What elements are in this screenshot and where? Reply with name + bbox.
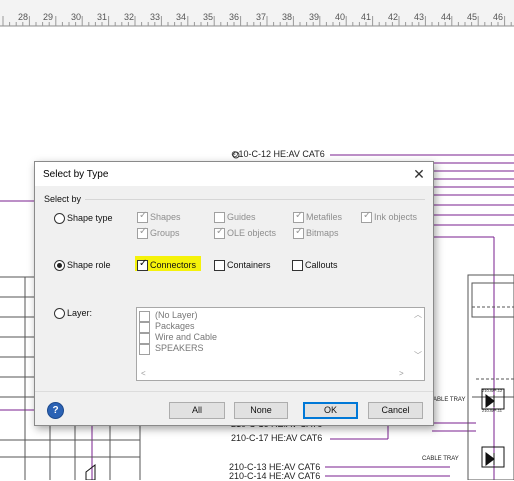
cable-tray-label[interactable]: ABLE TRAY <box>433 397 465 403</box>
footer-divider <box>35 391 433 392</box>
list-item[interactable]: SPEAKERS <box>139 343 399 355</box>
layer-radio[interactable] <box>54 308 65 319</box>
layer-label[interactable]: Layer: <box>67 308 92 318</box>
groups-label: Groups <box>150 228 180 238</box>
checkmark-icon: ✓ <box>295 226 304 237</box>
metafiles-checkbox[interactable]: ✓ <box>293 210 304 223</box>
list-item[interactable]: Wire and Cable <box>139 332 399 344</box>
ruler-tick-label: 41 <box>361 12 372 22</box>
shapes-checkbox[interactable]: ✓ <box>137 210 148 223</box>
select-by-group-label: Select by <box>44 194 82 204</box>
none-button[interactable]: None <box>234 402 288 419</box>
ruler-tick-label: 40 <box>335 12 346 22</box>
ruler-tick-label: 38 <box>282 12 293 22</box>
list-item[interactable]: (No Layer) <box>139 310 399 322</box>
ole-objects-checkbox[interactable]: ✓ <box>214 226 225 239</box>
scroll-left-icon[interactable]: < <box>141 369 146 378</box>
ok-button[interactable]: OK <box>303 402 358 419</box>
ruler-tick-label: 46 <box>493 12 504 22</box>
select-by-type-dialog[interactable]: Select by Type ✕ Select by Shape type ✓ … <box>34 161 434 426</box>
layer-checkbox[interactable] <box>139 344 150 355</box>
dialog-title-bar[interactable]: Select by Type ✕ <box>35 162 433 186</box>
shape-role-radio[interactable] <box>54 260 65 271</box>
guides-checkbox[interactable] <box>214 212 225 223</box>
groups-checkbox[interactable]: ✓ <box>137 226 148 239</box>
scroll-up-icon[interactable]: ︿ <box>414 309 422 320</box>
vertical-scrollbar[interactable]: ︿ ﹀ <box>412 308 424 368</box>
scroll-right-icon[interactable]: > <box>399 369 404 378</box>
callouts-checkbox[interactable] <box>292 260 303 271</box>
cancel-button[interactable]: Cancel <box>368 402 423 419</box>
layer-listbox[interactable]: (No Layer) Packages Wire and Cable SPEAK… <box>136 307 425 381</box>
ink-objects-label: Ink objects <box>374 212 418 222</box>
layer-name: Wire and Cable <box>155 332 218 342</box>
shape-type-label[interactable]: Shape type <box>67 213 113 223</box>
guides-label: Guides <box>227 212 256 222</box>
connectors-label[interactable]: Connectors <box>150 260 196 270</box>
layer-name: Packages <box>155 321 195 331</box>
ink-objects-checkbox[interactable]: ✓ <box>361 210 372 223</box>
metafiles-label: Metafiles <box>306 212 343 222</box>
dialog-title: Select by Type <box>43 169 109 180</box>
connectors-checkbox[interactable]: ✓ <box>137 258 148 271</box>
ruler-tick-label: 32 <box>124 12 135 22</box>
ole-objects-label: OLE objects <box>227 228 277 238</box>
ruler-tick-label: 30 <box>71 12 82 22</box>
shape-type-radio[interactable] <box>54 213 65 224</box>
callouts-label[interactable]: Callouts <box>305 260 338 270</box>
ruler-tick-label: 36 <box>229 12 240 22</box>
ruler-tick-label: 37 <box>256 12 267 22</box>
ruler-tick-label: 45 <box>467 12 478 22</box>
checkmark-icon: ✓ <box>139 210 148 221</box>
cable-label[interactable]: 210-C-17 HE:AV CAT6 <box>231 433 322 443</box>
ruler-tick-label: 31 <box>97 12 108 22</box>
shapes-label: Shapes <box>150 212 181 222</box>
checkmark-icon: ✓ <box>216 226 225 237</box>
scroll-down-icon[interactable]: ﹀ <box>414 350 422 361</box>
ruler-tick-label: 29 <box>43 12 54 22</box>
ruler-tick-label: 44 <box>441 12 452 22</box>
layer-name: SPEAKERS <box>155 343 204 353</box>
containers-label[interactable]: Containers <box>227 260 271 270</box>
ruler-tick-label: 43 <box>414 12 425 22</box>
containers-checkbox[interactable] <box>214 260 225 271</box>
all-button[interactable]: All <box>169 402 225 419</box>
checkmark-icon: ✓ <box>295 210 304 221</box>
shape-role-label[interactable]: Shape role <box>67 260 111 270</box>
bitmaps-checkbox[interactable]: ✓ <box>293 226 304 239</box>
ruler-tick-label: 28 <box>18 12 29 22</box>
ruler-tick-label: 42 <box>388 12 399 22</box>
device-tag: 210-WP-12 <box>482 388 503 393</box>
ruler-tick-label: 35 <box>203 12 214 22</box>
group-divider <box>85 199 425 200</box>
ruler-tick-label: 33 <box>150 12 161 22</box>
list-item[interactable]: Packages <box>139 321 399 333</box>
cable-tray-label[interactable]: CABLE TRAY <box>422 456 459 462</box>
checkmark-icon: ✓ <box>139 226 148 237</box>
horizontal-ruler[interactable]: 28 29 30 31 32 33 34 35 36 37 38 39 40 4… <box>0 0 514 27</box>
checkmark-icon: ✓ <box>363 210 372 221</box>
device-tag: 210-WP-11 <box>482 408 502 413</box>
ruler-tick-label: 34 <box>176 12 187 22</box>
bitmaps-label: Bitmaps <box>306 228 339 238</box>
close-icon[interactable]: ✕ <box>405 162 433 186</box>
checkmark-icon: ✓ <box>139 258 148 269</box>
horizontal-scrollbar[interactable]: < > <box>137 369 411 380</box>
cable-label[interactable]: ⊙10-C-12 HE:AV CAT6 <box>231 149 325 160</box>
help-icon[interactable]: ? <box>47 402 64 419</box>
layer-name: (No Layer) <box>155 310 198 320</box>
ruler-tick-label: 39 <box>309 12 320 22</box>
